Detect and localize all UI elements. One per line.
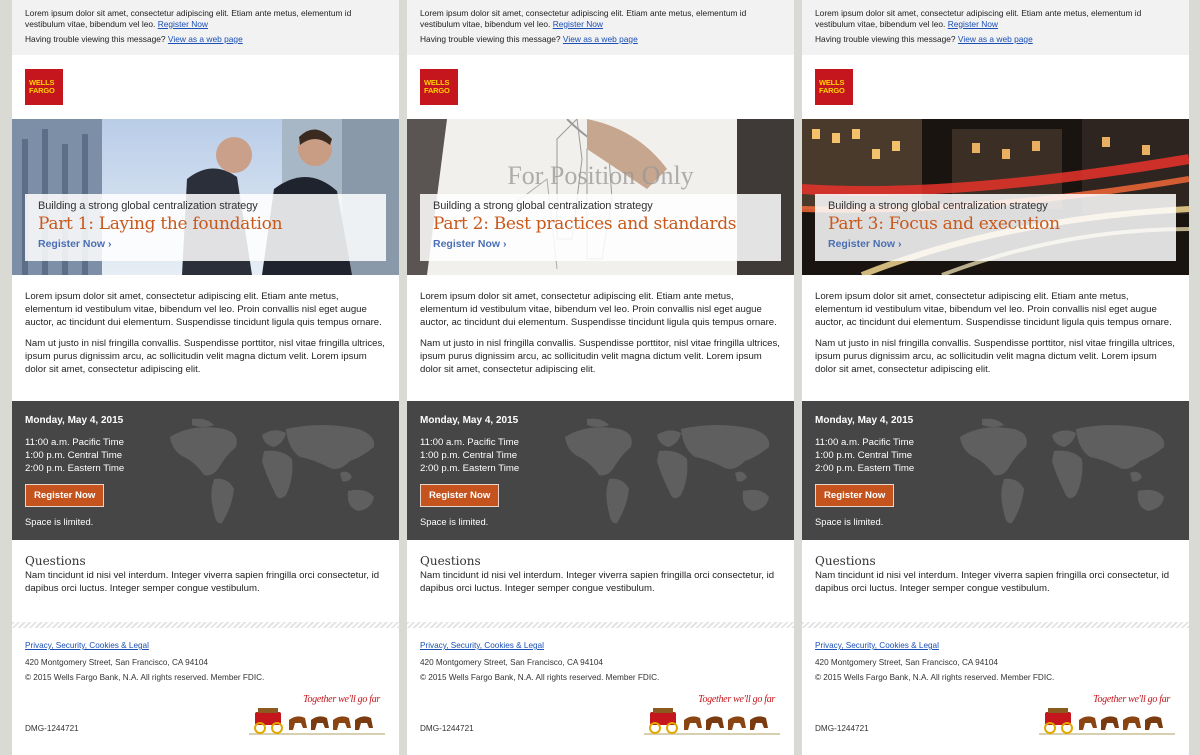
email-part-2: Lorem ipsum dolor sit amet, consectetur … — [407, 0, 794, 755]
time-eastern: 2:00 p.m. Eastern Time — [420, 463, 520, 474]
privacy-legal-link[interactable]: Privacy, Security, Cookies & Legal — [420, 641, 544, 650]
hero-banner: Building a strong global centralization … — [12, 119, 399, 275]
footer-address: 420 Montgomery Street, San Francisco, CA… — [815, 658, 998, 667]
hero-banner: For Position Only Building a strong glob… — [407, 119, 794, 275]
footer: Privacy, Security, Cookies & Legal 420 M… — [802, 628, 1189, 755]
event-block: Monday, May 4, 2015 11:00 a.m. Pacific T… — [802, 401, 1189, 540]
stagecoach-icon — [644, 708, 780, 735]
event-date: Monday, May 4, 2015 — [25, 415, 124, 426]
body-copy: Lorem ipsum dolor sit amet, consectetur … — [407, 275, 794, 401]
time-central: 1:00 p.m. Central Time — [815, 450, 913, 461]
hero-overlay: Building a strong global centralization … — [25, 194, 386, 261]
part-title: Part 3: Focus and execution — [828, 214, 1060, 234]
space-limited-text: Space is limited. — [25, 516, 94, 527]
time-pacific: 11:00 a.m. Pacific Time — [420, 437, 519, 448]
series-subtitle: Building a strong global centralization … — [38, 200, 258, 212]
tagline: Together we'll go far — [303, 694, 380, 705]
hero-overlay: Building a strong global centralization … — [420, 194, 781, 261]
footer-copyright: © 2015 Wells Fargo Bank, N.A. All rights… — [815, 673, 1055, 682]
space-limited-text: Space is limited. — [420, 516, 489, 527]
part-title: Part 2: Best practices and standards — [433, 214, 737, 234]
questions-title: Questions — [25, 554, 86, 568]
event-times: 11:00 a.m. Pacific Time 1:00 p.m. Centra… — [420, 436, 781, 475]
privacy-legal-link[interactable]: Privacy, Security, Cookies & Legal — [25, 641, 149, 650]
event-date: Monday, May 4, 2015 — [815, 415, 914, 426]
preheader: Lorem ipsum dolor sit amet, consectetur … — [12, 0, 399, 55]
time-pacific: 11:00 a.m. Pacific Time — [815, 437, 914, 448]
wells-fargo-logo[interactable]: WELLS FARGO — [420, 69, 458, 105]
footer: Privacy, Security, Cookies & Legal 420 M… — [407, 628, 794, 755]
footer-copyright: © 2015 Wells Fargo Bank, N.A. All rights… — [25, 673, 265, 682]
email-part-1: Lorem ipsum dolor sit amet, consectetur … — [12, 0, 399, 755]
event-times: 11:00 a.m. Pacific Time 1:00 p.m. Centra… — [815, 436, 1176, 475]
preheader: Lorem ipsum dolor sit amet, consectetur … — [802, 0, 1189, 55]
questions-text: Nam tincidunt id nisi vel interdum. Inte… — [420, 570, 775, 594]
questions-title: Questions — [420, 554, 481, 568]
time-eastern: 2:00 p.m. Eastern Time — [815, 463, 915, 474]
questions-section: Questions Nam tincidunt id nisi vel inte… — [802, 540, 1189, 622]
questions-title: Questions — [815, 554, 876, 568]
view-web-page-link[interactable]: View as a web page — [958, 34, 1033, 44]
body-copy: Lorem ipsum dolor sit amet, consectetur … — [12, 275, 399, 401]
stagecoach-icon — [1039, 708, 1175, 735]
dmg-code: DMG-1244721 — [420, 724, 474, 733]
event-date: Monday, May 4, 2015 — [420, 415, 519, 426]
body-paragraph-1: Lorem ipsum dolor sit amet, consectetur … — [815, 291, 1172, 328]
time-pacific: 11:00 a.m. Pacific Time — [25, 437, 124, 448]
event-block: Monday, May 4, 2015 11:00 a.m. Pacific T… — [407, 401, 794, 540]
questions-section: Questions Nam tincidunt id nisi vel inte… — [407, 540, 794, 622]
wells-fargo-logo[interactable]: WELLS FARGO — [25, 69, 63, 105]
view-web-page-link[interactable]: View as a web page — [563, 34, 638, 44]
trouble-text: Having trouble viewing this message? — [25, 34, 166, 44]
body-paragraph-2: Nam ut justo in nisl fringilla convallis… — [815, 338, 1175, 375]
tagline: Together we'll go far — [698, 694, 775, 705]
hero-banner: Building a strong global centralization … — [802, 119, 1189, 275]
preheader-register-link[interactable]: Register Now — [158, 19, 208, 29]
series-subtitle: Building a strong global centralization … — [433, 200, 653, 212]
footer: Privacy, Security, Cookies & Legal 420 M… — [12, 628, 399, 755]
dmg-code: DMG-1244721 — [815, 724, 869, 733]
part-title: Part 1: Laying the foundation — [38, 214, 283, 234]
privacy-legal-link[interactable]: Privacy, Security, Cookies & Legal — [815, 641, 939, 650]
hero-register-link[interactable]: Register Now › — [38, 238, 386, 250]
hero-register-link[interactable]: Register Now › — [828, 238, 1176, 250]
questions-text: Nam tincidunt id nisi vel interdum. Inte… — [25, 570, 380, 594]
body-copy: Lorem ipsum dolor sit amet, consectetur … — [802, 275, 1189, 401]
wells-fargo-logo[interactable]: WELLS FARGO — [815, 69, 853, 105]
trouble-text: Having trouble viewing this message? — [815, 34, 956, 44]
register-now-button[interactable]: Register Now — [25, 484, 105, 507]
stagecoach-icon — [249, 708, 385, 735]
preheader-register-link[interactable]: Register Now — [948, 19, 998, 29]
body-paragraph-1: Lorem ipsum dolor sit amet, consectetur … — [25, 291, 382, 328]
footer-address: 420 Montgomery Street, San Francisco, CA… — [420, 658, 603, 667]
body-paragraph-1: Lorem ipsum dolor sit amet, consectetur … — [420, 291, 777, 328]
dmg-code: DMG-1244721 — [25, 724, 79, 733]
hero-register-link[interactable]: Register Now › — [433, 238, 781, 250]
trouble-text: Having trouble viewing this message? — [420, 34, 561, 44]
preheader: Lorem ipsum dolor sit amet, consectetur … — [407, 0, 794, 55]
footer-address: 420 Montgomery Street, San Francisco, CA… — [25, 658, 208, 667]
footer-copyright: © 2015 Wells Fargo Bank, N.A. All rights… — [420, 673, 660, 682]
hero-overlay: Building a strong global centralization … — [815, 194, 1176, 261]
event-times: 11:00 a.m. Pacific Time 1:00 p.m. Centra… — [25, 436, 386, 475]
email-preview-canvas: Lorem ipsum dolor sit amet, consectetur … — [0, 0, 1200, 755]
event-block: Monday, May 4, 2015 11:00 a.m. Pacific T… — [12, 401, 399, 540]
view-web-page-link[interactable]: View as a web page — [168, 34, 243, 44]
register-now-button[interactable]: Register Now — [420, 484, 500, 507]
questions-section: Questions Nam tincidunt id nisi vel inte… — [12, 540, 399, 622]
email-part-3: Lorem ipsum dolor sit amet, consectetur … — [802, 0, 1189, 755]
body-paragraph-2: Nam ut justo in nisl fringilla convallis… — [420, 338, 780, 375]
tagline: Together we'll go far — [1093, 694, 1170, 705]
space-limited-text: Space is limited. — [815, 516, 884, 527]
preheader-register-link[interactable]: Register Now — [553, 19, 603, 29]
time-eastern: 2:00 p.m. Eastern Time — [25, 463, 125, 474]
time-central: 1:00 p.m. Central Time — [25, 450, 123, 461]
body-paragraph-2: Nam ut justo in nisl fringilla convallis… — [25, 338, 385, 375]
register-now-button[interactable]: Register Now — [815, 484, 895, 507]
time-central: 1:00 p.m. Central Time — [420, 450, 518, 461]
fpo-watermark: For Position Only — [507, 161, 694, 190]
series-subtitle: Building a strong global centralization … — [828, 200, 1048, 212]
questions-text: Nam tincidunt id nisi vel interdum. Inte… — [815, 570, 1170, 594]
